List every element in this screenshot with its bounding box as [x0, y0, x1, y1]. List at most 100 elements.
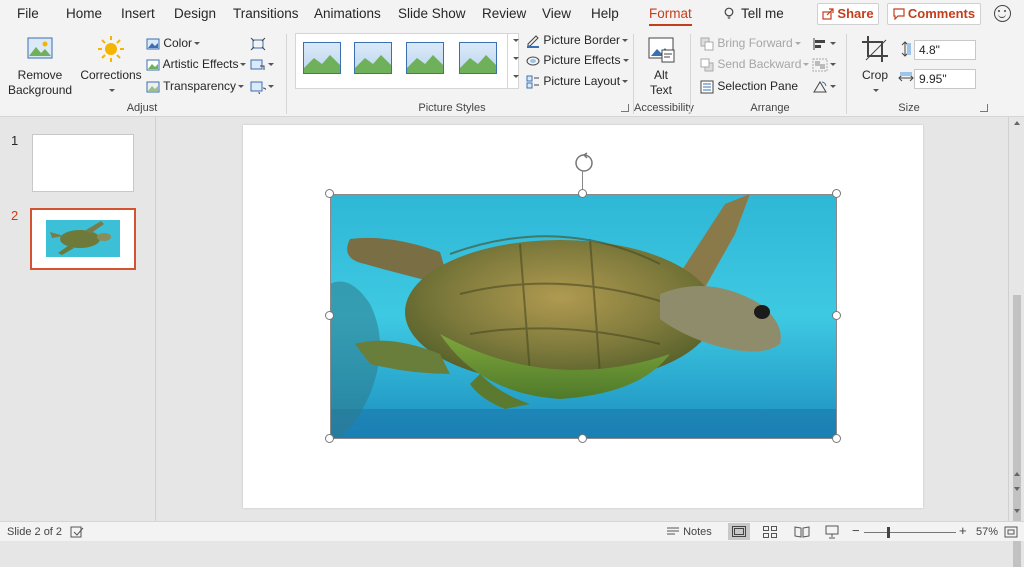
notes-button[interactable]: Notes [666, 526, 712, 538]
slide-thumbnail-1[interactable] [32, 134, 134, 192]
tab-format[interactable]: Format [649, 6, 692, 26]
tab-file[interactable]: File [17, 6, 39, 21]
picture-effects-button[interactable]: Picture Effects [526, 51, 629, 69]
fit-to-window-icon[interactable] [1004, 526, 1018, 538]
previous-slide-icon[interactable] [1014, 472, 1020, 476]
vertical-scrollbar[interactable] [1008, 117, 1024, 567]
slide-number: 2 [11, 208, 19, 223]
group-objects-icon [812, 58, 828, 72]
turtle-picture[interactable] [330, 194, 837, 439]
zoom-slider-thumb[interactable] [887, 527, 890, 538]
size-launcher-icon[interactable] [980, 104, 988, 112]
shape-width-value: 9.95" [919, 72, 947, 86]
normal-view-button[interactable] [728, 523, 750, 540]
slides-panel: 1 2 [0, 117, 156, 521]
gallery-scroll[interactable] [507, 33, 519, 89]
tab-animations[interactable]: Animations [314, 6, 381, 21]
reading-view-icon[interactable] [794, 526, 810, 538]
corrections-button[interactable]: Corrections [80, 34, 142, 98]
picture-style-1[interactable] [303, 42, 341, 74]
reset-picture-dropdown-icon [268, 85, 274, 89]
tab-slide-show[interactable]: Slide Show [398, 6, 466, 21]
picture-style-4[interactable] [459, 42, 497, 74]
slide-show-icon[interactable] [825, 525, 839, 539]
picture-style-preview [460, 55, 496, 73]
align-button[interactable] [812, 34, 836, 52]
resize-handle-top[interactable] [578, 189, 587, 198]
picture-style-3[interactable] [406, 42, 444, 74]
shape-width-icon [898, 72, 914, 82]
shape-height-icon [901, 41, 911, 57]
tell-me-search[interactable]: Tell me [722, 6, 784, 21]
tab-review[interactable]: Review [482, 6, 526, 21]
tab-design[interactable]: Design [174, 6, 216, 21]
feedback-smiley-icon[interactable] [994, 5, 1011, 22]
transparency-button[interactable]: Transparency [146, 77, 245, 95]
tab-transitions[interactable]: Transitions [233, 6, 299, 21]
resize-handle-bottom-left[interactable] [325, 434, 334, 443]
reset-picture-icon [250, 81, 266, 94]
comments-label: Comments [907, 6, 976, 21]
alt-text-button[interactable]: Alt Text [641, 34, 681, 98]
rotate-button[interactable] [812, 77, 836, 95]
rotate-handle-icon[interactable] [572, 152, 596, 174]
alt-text-icon [648, 37, 675, 63]
picture-layout-button[interactable]: Picture Layout [526, 72, 629, 90]
resize-handle-bottom-right[interactable] [832, 434, 841, 443]
bring-forward-icon [700, 37, 714, 51]
crop-button[interactable]: Crop [857, 34, 893, 98]
picture-style-preview [407, 55, 443, 73]
artistic-effects-button[interactable]: Artistic Effects [146, 55, 247, 73]
tab-insert[interactable]: Insert [121, 6, 155, 21]
zoom-level[interactable]: 57% [976, 526, 998, 538]
shape-height-field[interactable]: 4.8" [914, 40, 976, 60]
tab-view[interactable]: View [542, 6, 571, 21]
share-button[interactable]: Share [817, 3, 879, 25]
send-backward-button[interactable]: Send Backward [700, 55, 810, 73]
picture-border-button[interactable]: Picture Border [526, 31, 629, 49]
remove-background-label: Remove Background [8, 68, 73, 97]
resize-handle-top-left[interactable] [325, 189, 334, 198]
scroll-up-icon[interactable] [513, 39, 519, 42]
resize-handle-bottom[interactable] [578, 434, 587, 443]
picture-style-2[interactable] [354, 42, 392, 74]
compress-pictures-button[interactable] [250, 34, 266, 52]
slide-number: 1 [11, 133, 19, 148]
shape-height-value: 4.8" [919, 43, 940, 57]
bring-forward-button[interactable]: Bring Forward [700, 34, 801, 52]
picture-layout-icon [526, 75, 539, 89]
picture-styles-launcher-icon[interactable] [621, 104, 629, 112]
align-dropdown-icon [830, 42, 836, 46]
tab-help[interactable]: Help [591, 6, 619, 21]
lightbulb-icon [724, 8, 734, 20]
crop-dropdown-icon [873, 89, 879, 93]
group-objects-button[interactable] [812, 55, 836, 73]
scroll-down-icon[interactable] [513, 57, 519, 60]
comments-button[interactable]: Comments [887, 3, 981, 25]
resize-handle-left[interactable] [325, 311, 334, 320]
gallery-more-icon[interactable] [513, 75, 519, 78]
color-button[interactable]: Color [146, 34, 201, 52]
group-objects-dropdown-icon [830, 63, 836, 67]
zoom-slider-track[interactable] [864, 532, 956, 533]
zoom-out-button[interactable]: − [852, 523, 860, 538]
resize-handle-right[interactable] [832, 311, 841, 320]
zoom-in-button[interactable]: + [959, 523, 967, 538]
shape-width-field[interactable]: 9.95" [914, 69, 976, 89]
reset-picture-button[interactable] [250, 77, 274, 95]
slide-sorter-icon[interactable] [763, 526, 777, 538]
scroll-up-arrow-icon[interactable] [1014, 121, 1020, 125]
change-picture-button[interactable] [250, 55, 274, 73]
align-icon [813, 37, 825, 50]
send-backward-label: Send Backward [717, 57, 802, 71]
picture-styles-gallery[interactable] [295, 33, 519, 89]
next-slide-icon[interactable] [1014, 487, 1020, 491]
picture-border-label: Picture Border [543, 33, 621, 47]
remove-background-button[interactable]: Remove Background [8, 34, 72, 98]
selection-pane-button[interactable]: Selection Pane [700, 77, 798, 95]
slide-thumbnail-2[interactable] [30, 208, 136, 270]
tab-home[interactable]: Home [66, 6, 102, 21]
spelling-check-icon[interactable] [70, 526, 84, 538]
scroll-down-arrow-icon[interactable] [1014, 509, 1020, 513]
resize-handle-top-right[interactable] [832, 189, 841, 198]
